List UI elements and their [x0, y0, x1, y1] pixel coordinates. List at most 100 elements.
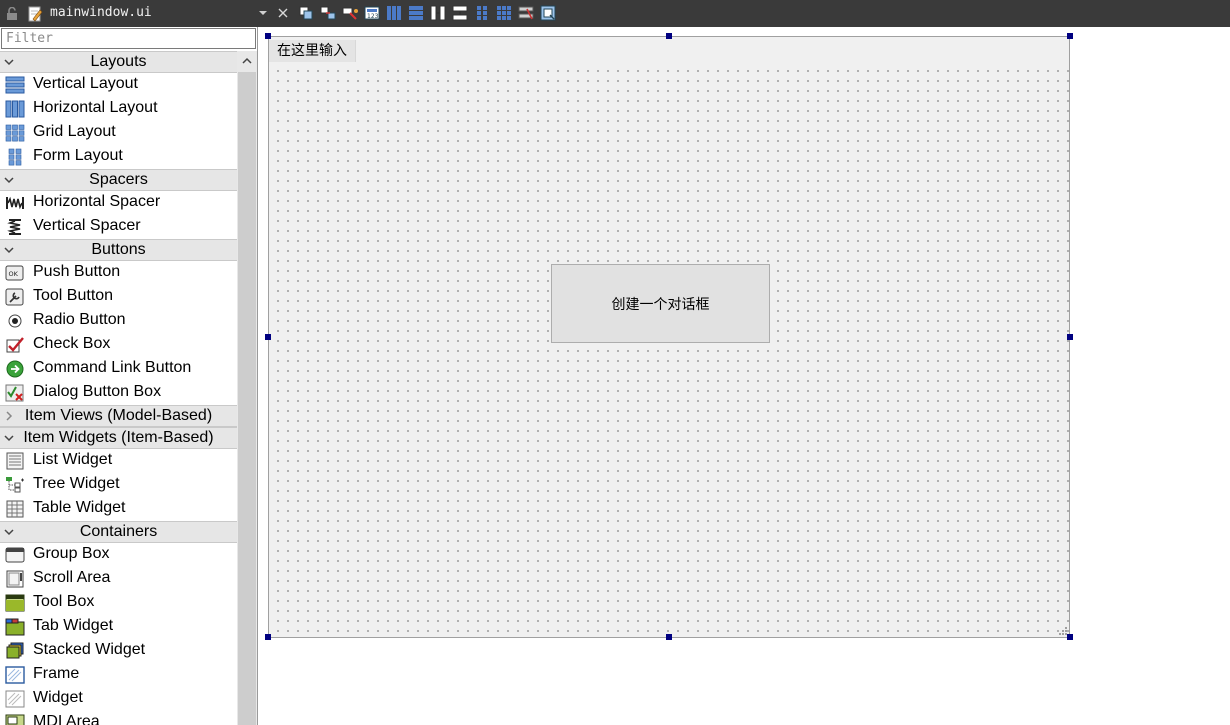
command-link-icon: [6, 360, 24, 378]
category-item-widgets[interactable]: Item Widgets (Item-Based): [0, 427, 237, 449]
widget-item-form-layout[interactable]: Form Layout: [0, 145, 237, 169]
close-icon[interactable]: [275, 5, 291, 21]
stacked-widget-icon: [6, 642, 24, 659]
widget-item-horizontal-spacer[interactable]: Horizontal Spacer: [0, 191, 237, 215]
resize-handle-top-right[interactable]: [1067, 33, 1073, 39]
widget-box-scrollbar[interactable]: [237, 51, 257, 725]
category-containers[interactable]: Containers: [0, 521, 237, 543]
chevron-up-icon: [242, 57, 252, 64]
filter-input[interactable]: [1, 28, 256, 49]
widget-item-label: MDI Area: [33, 713, 100, 725]
layout-form-icon[interactable]: [474, 4, 490, 22]
create-dialog-button-label: 创建一个对话框: [611, 296, 710, 313]
mdi-area-icon: [5, 714, 25, 725]
widget-item-vertical-layout[interactable]: Vertical Layout: [0, 73, 237, 97]
group-box-icon: [5, 547, 25, 563]
edit-widgets-icon[interactable]: [298, 4, 314, 22]
category-label: Containers: [79, 523, 158, 540]
widget-item-mdi-area[interactable]: MDI Area: [0, 711, 237, 725]
widget-item-check-box[interactable]: Check Box: [0, 333, 237, 357]
resize-handle-bottom-left[interactable]: [265, 634, 271, 640]
widget-item-list-widget[interactable]: List Widget: [0, 449, 237, 473]
resize-handle-top-left[interactable]: [265, 33, 271, 39]
category-buttons[interactable]: Buttons: [0, 239, 237, 261]
category-layouts[interactable]: Layouts: [0, 51, 237, 73]
grid-layout-icon: [5, 124, 25, 142]
widget-item-label: Tab Widget: [33, 617, 114, 634]
resize-handle-top[interactable]: [666, 33, 672, 39]
widget-item-label: Tool Box: [33, 593, 95, 610]
widget-item-scroll-area[interactable]: Scroll Area: [0, 567, 237, 591]
category-label: Item Views (Model-Based): [24, 407, 213, 424]
scroll-area-icon: [6, 570, 24, 588]
resize-handle-bottom-right[interactable]: [1067, 634, 1073, 640]
tab-widget-icon: [5, 618, 25, 636]
widget-item-table-widget[interactable]: Table Widget: [0, 497, 237, 521]
widget-item-radio-button[interactable]: Radio Button: [0, 309, 237, 333]
widget-item-label: Grid Layout: [33, 123, 116, 140]
widget-item-group-box[interactable]: Group Box: [0, 543, 237, 567]
widget-item-label: Widget: [33, 689, 83, 706]
list-widget-icon: [6, 452, 24, 470]
file-tab[interactable]: mainwindow.ui: [0, 0, 272, 27]
widget-item-label: Horizontal Spacer: [33, 193, 161, 210]
main-window-form[interactable]: 在这里输入 创建一个对话框: [268, 36, 1070, 638]
chevron-down-icon: [4, 59, 14, 66]
widget-item-label: Tool Button: [33, 287, 114, 304]
widget-item-grid-layout[interactable]: Grid Layout: [0, 121, 237, 145]
edit-signals-slots-icon[interactable]: [320, 4, 336, 22]
layout-grid-icon[interactable]: [496, 4, 512, 22]
layout-horizontal-icon[interactable]: [386, 4, 402, 22]
lock-icon[interactable]: [6, 7, 18, 21]
category-spacers[interactable]: Spacers: [0, 169, 237, 191]
category-item-views[interactable]: Item Views (Model-Based): [0, 405, 237, 427]
document-tab-bar: mainwindow.ui 123: [0, 0, 1230, 27]
tree-widget-icon: [6, 477, 24, 493]
widget-item-label: Tree Widget: [33, 475, 120, 492]
widget-item-label: Horizontal Layout: [33, 99, 158, 116]
scroll-up-button[interactable]: [237, 51, 257, 71]
widget-item-tool-button[interactable]: Tool Button: [0, 285, 237, 309]
widget-item-label: List Widget: [33, 451, 113, 468]
splitter-horizontal-icon[interactable]: [430, 4, 446, 22]
widget-item-tab-widget[interactable]: Tab Widget: [0, 615, 237, 639]
document-icon: [28, 6, 43, 22]
widget-item-widget[interactable]: Widget: [0, 687, 237, 711]
central-widget[interactable]: 创建一个对话框: [269, 62, 1069, 637]
edit-buddies-icon[interactable]: [342, 4, 358, 22]
break-layout-icon[interactable]: [518, 4, 534, 22]
menu-type-here[interactable]: 在这里输入: [269, 40, 356, 62]
tool-box-icon: [5, 594, 25, 612]
create-dialog-button[interactable]: 创建一个对话框: [551, 264, 770, 343]
chevron-down-icon: [4, 177, 14, 184]
edit-tab-order-icon[interactable]: 123: [364, 4, 380, 22]
radio-button-icon: [8, 314, 22, 328]
widget-item-label: Table Widget: [33, 499, 126, 516]
resize-handle-right[interactable]: [1067, 334, 1073, 340]
widget-item-command-link-button[interactable]: Command Link Button: [0, 357, 237, 381]
vertical-layout-icon: [5, 76, 25, 94]
widget-item-label: Frame: [33, 665, 80, 682]
widget-item-label: Radio Button: [33, 311, 126, 328]
category-label: Buttons: [91, 241, 146, 258]
chevron-down-icon[interactable]: [256, 6, 270, 20]
widget-item-push-button[interactable]: OK Push Button: [0, 261, 237, 285]
scrollbar-thumb[interactable]: [238, 72, 256, 725]
widget-item-tool-box[interactable]: Tool Box: [0, 591, 237, 615]
widget-item-stacked-widget[interactable]: Stacked Widget: [0, 639, 237, 663]
widget-item-label: Stacked Widget: [33, 641, 146, 658]
horizontal-spacer-icon: [6, 196, 24, 210]
widget-item-tree-widget[interactable]: Tree Widget: [0, 473, 237, 497]
resize-handle-bottom[interactable]: [666, 634, 672, 640]
chevron-down-icon: [4, 247, 14, 254]
widget-box-panel: Layouts Vertical Layout Horizontal Layou…: [0, 27, 258, 725]
resize-handle-left[interactable]: [265, 334, 271, 340]
layout-vertical-icon[interactable]: [408, 4, 424, 22]
widget-item-label: Dialog Button Box: [33, 383, 162, 400]
widget-item-frame[interactable]: Frame: [0, 663, 237, 687]
adjust-size-icon[interactable]: [540, 4, 556, 22]
widget-item-dialog-button-box[interactable]: Dialog Button Box: [0, 381, 237, 405]
splitter-vertical-icon[interactable]: [452, 4, 468, 22]
widget-item-vertical-spacer[interactable]: Vertical Spacer: [0, 215, 237, 239]
widget-item-horizontal-layout[interactable]: Horizontal Layout: [0, 97, 237, 121]
